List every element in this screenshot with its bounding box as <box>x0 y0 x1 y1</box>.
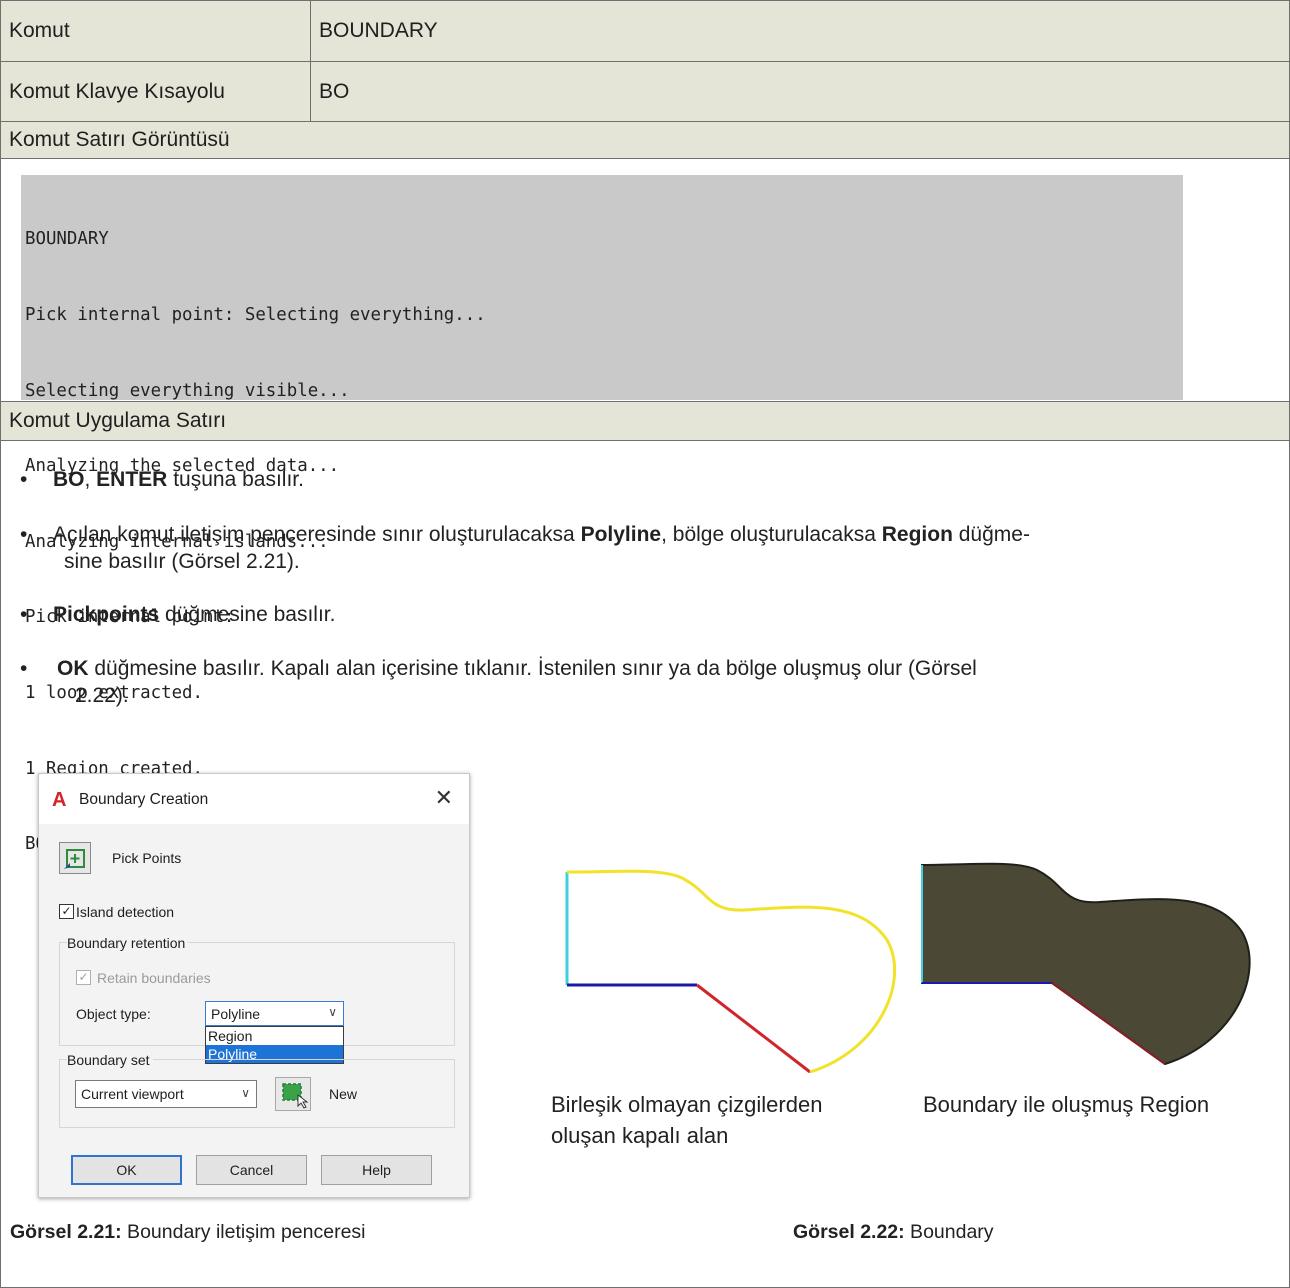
bullet-icon: • <box>20 657 28 680</box>
console-section: BOUNDARY Pick internal point: Selecting … <box>0 159 1290 854</box>
command-value: BOUNDARY <box>319 19 438 42</box>
region-figure <box>921 862 1251 1066</box>
command-line-console: BOUNDARY Pick internal point: Selecting … <box>21 175 1183 854</box>
boundary-set-label: Boundary set <box>67 1052 153 1068</box>
help-button[interactable]: Help <box>321 1155 432 1185</box>
bullet-icon: • <box>20 603 28 626</box>
retain-boundaries-checkbox: ✓ <box>76 970 91 985</box>
select-objects-icon <box>282 1083 309 1109</box>
step-bold: OK <box>57 657 89 680</box>
boundary-creation-dialog: A Boundary Creation ✕ Pick Points ✓ Isla… <box>38 773 470 1198</box>
object-type-value: Polyline <box>211 1005 261 1022</box>
step-text: tuşuna basılır. <box>167 468 304 491</box>
step-text: Açılan komut iletişim penceresinde sınır… <box>53 523 581 546</box>
boundary-set-select[interactable]: Current viewport ∨ <box>75 1080 257 1108</box>
step-bold: ENTER <box>96 468 168 491</box>
region-shape <box>921 862 1251 1066</box>
caption-label: Görsel 2.22: <box>793 1221 905 1243</box>
table-row-application-steps: Komut Uygulama Satırı <box>0 401 1290 441</box>
option-region[interactable]: Region <box>206 1027 343 1045</box>
figure-2-21-caption: Görsel 2.21: Boundary iletişim penceresi <box>10 1221 366 1244</box>
step-text: sine basılır (Görsel 2.21). <box>64 550 300 573</box>
new-selection-set-button[interactable] <box>275 1077 311 1111</box>
application-steps-label: Komut Uygulama Satırı <box>9 409 227 432</box>
curve-line <box>566 869 897 1074</box>
step-bold: Polyline <box>580 523 662 546</box>
step-text: , <box>84 468 97 491</box>
console-line: Selecting everything visible... <box>25 380 350 401</box>
boundary-retention-label: Boundary retention <box>67 935 189 951</box>
figure-left-caption: Birleşik olmayan çizgilerden oluşan kapa… <box>551 1089 891 1151</box>
table-row-command-line-view: Komut Satırı Görüntüsü <box>0 121 1290 159</box>
boundary-set-value: Current viewport <box>81 1086 184 1102</box>
table-row-shortcut: Komut Klavye Kısayolu BO <box>0 61 1290 122</box>
pick-points-label[interactable]: Pick Points <box>112 850 181 866</box>
caption-line: oluşan kapalı alan <box>551 1123 729 1148</box>
step-text: düğmesine basılır. Kapalı alan içerisine… <box>88 657 977 680</box>
command-line-view-label: Komut Satırı Görüntüsü <box>9 128 230 151</box>
object-type-label: Object type: <box>76 1006 151 1022</box>
step-text: , bölge oluşturulacaksa <box>661 523 882 546</box>
autocad-logo-icon: A <box>52 789 67 811</box>
figure-right-caption: Boundary ile oluşmuş Region <box>923 1092 1210 1117</box>
boundary-figures <box>565 862 1251 1074</box>
dialog-title: Boundary Creation <box>79 791 209 808</box>
bullet-icon: • <box>20 523 28 546</box>
console-line: BOUNDARY <box>25 229 109 250</box>
diagonal-edge-line <box>696 983 811 1074</box>
island-detection-label[interactable]: Island detection <box>76 904 174 920</box>
document-page: Komut BOUNDARY Komut Klavye Kısayolu BO … <box>0 0 1290 1288</box>
step-text: düğmesine basılır. <box>159 603 336 626</box>
caption-text: Boundary iletişim penceresi <box>121 1221 366 1243</box>
shortcut-label: Komut Klavye Kısayolu <box>1 62 311 121</box>
command-label: Komut <box>1 1 311 61</box>
figure-2-22-caption: Görsel 2.22: Boundary <box>793 1221 994 1244</box>
cancel-button[interactable]: Cancel <box>196 1155 307 1185</box>
chevron-down-icon: ∨ <box>241 1086 250 1100</box>
ok-button[interactable]: OK <box>71 1155 182 1185</box>
pick-points-button[interactable] <box>59 842 91 874</box>
step-bold: Pickpoints <box>53 603 160 626</box>
caption-line: Birleşik olmayan çizgilerden <box>551 1092 823 1117</box>
step-bold: Region <box>881 523 953 546</box>
bullet-icon: • <box>20 468 28 491</box>
step-text: düğme- <box>952 523 1030 546</box>
dialog-title-bar: A Boundary Creation ✕ <box>39 774 469 824</box>
table-row-command: Komut BOUNDARY <box>0 0 1290 62</box>
object-type-select[interactable]: Polyline ∨ <box>205 1001 344 1026</box>
unjoined-lines-figure <box>565 869 897 1074</box>
island-detection-checkbox[interactable]: ✓ <box>59 904 74 919</box>
new-label: New <box>329 1086 358 1102</box>
shortcut-value: BO <box>319 79 350 103</box>
pick-points-icon <box>64 849 85 869</box>
retain-boundaries-label: Retain boundaries <box>97 970 211 986</box>
step-text: 2.22). <box>75 684 129 707</box>
close-icon[interactable]: ✕ <box>435 785 453 811</box>
caption-label: Görsel 2.21: <box>10 1221 122 1243</box>
step-bold: BO <box>53 468 85 491</box>
chevron-down-icon: ∨ <box>328 1005 337 1019</box>
console-line: Pick internal point: Selecting everythin… <box>25 305 486 325</box>
caption-text: Boundary <box>904 1221 994 1243</box>
